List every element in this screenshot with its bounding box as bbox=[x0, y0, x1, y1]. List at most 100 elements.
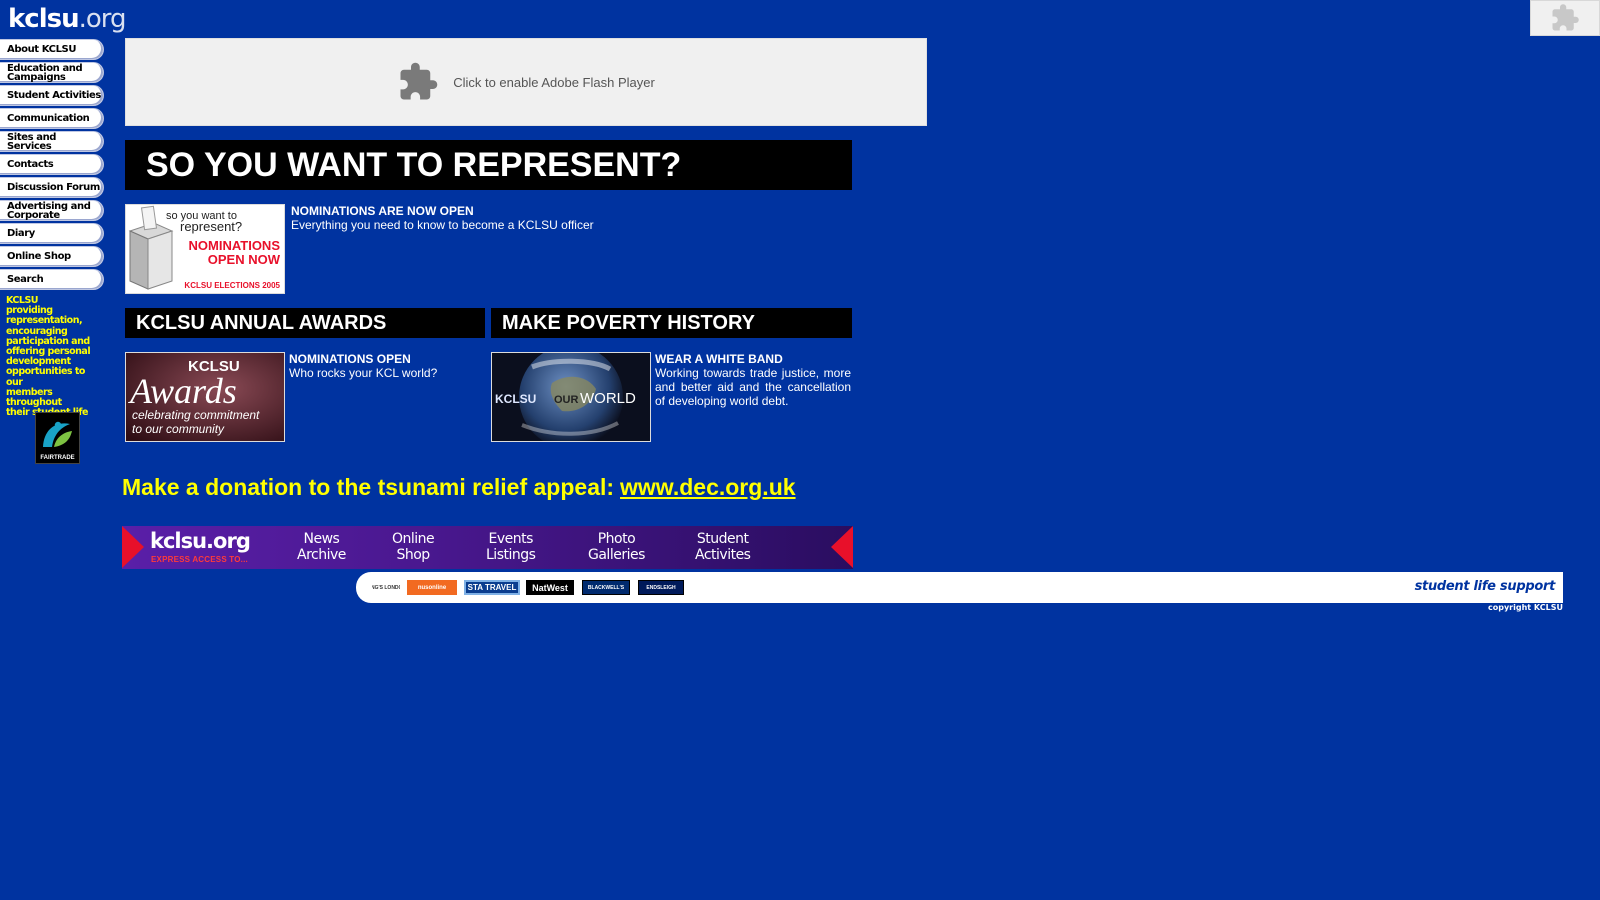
site-logo[interactable]: kclsu.org bbox=[8, 4, 127, 34]
tagline-line: members throughout bbox=[6, 386, 62, 409]
fairtrade-logo[interactable]: FAIRTRADE bbox=[35, 412, 80, 464]
represent-heading-text: SO YOU WANT TO REPRESENT? bbox=[146, 145, 682, 184]
nav-item-label: Corporate bbox=[7, 209, 60, 221]
express-link-label: Online bbox=[392, 531, 435, 547]
express-link[interactable]: News Archive bbox=[297, 531, 346, 563]
nav-item[interactable]: Search bbox=[0, 269, 104, 290]
express-logo[interactable]: kclsu.org bbox=[150, 529, 251, 553]
represent-title[interactable]: NOMINATIONS ARE NOW OPEN bbox=[291, 204, 751, 218]
tsunami-text: Make a donation to the tsunami relief ap… bbox=[122, 474, 615, 500]
arrow-left-icon bbox=[122, 526, 144, 568]
copyright: copyright KCLSU bbox=[1488, 603, 1563, 612]
awards-heading: KCLSU ANNUAL AWARDS bbox=[125, 308, 485, 338]
sponsor-logo[interactable]: NatWest bbox=[526, 580, 574, 595]
awards-thumbnail[interactable]: KCLSU Awards celebrating commitment to o… bbox=[125, 352, 285, 442]
nav-item-label: Search bbox=[7, 274, 44, 285]
express-link[interactable]: Online Shop bbox=[392, 531, 435, 563]
globe-image: KCLSU OUR WORLD bbox=[492, 353, 650, 441]
flash-banner-placeholder[interactable]: Click to enable Adobe Flash Player bbox=[125, 38, 927, 126]
puzzle-piece-icon bbox=[400, 62, 438, 100]
nav-item[interactable]: Diary bbox=[0, 223, 104, 244]
fairtrade-text: FAIRTRADE bbox=[40, 455, 74, 461]
arrow-right-icon bbox=[831, 526, 853, 568]
awards-title[interactable]: NOMINATIONS OPEN bbox=[289, 352, 479, 366]
awards-thumb-line1: celebrating commitment bbox=[132, 408, 260, 422]
express-link[interactable]: Student Activites bbox=[695, 531, 751, 563]
represent-summary: NOMINATIONS ARE NOW OPEN Everything you … bbox=[291, 204, 751, 232]
nav-item[interactable]: Sites and Services bbox=[0, 131, 104, 152]
student-life-support-slogan: student life support bbox=[1414, 579, 1556, 594]
puzzle-piece-icon bbox=[1552, 4, 1579, 31]
nav-item-label: About KCLSU bbox=[7, 44, 77, 55]
poverty-thumb-our: OUR bbox=[554, 394, 579, 406]
dec-link[interactable]: www.dec.org.uk bbox=[620, 474, 796, 500]
represent-thumbnail[interactable]: so you want to represent? NOMINATIONS OP… bbox=[125, 204, 285, 294]
express-link-label: Archive bbox=[297, 547, 346, 563]
express-link[interactable]: Events Listings bbox=[486, 531, 536, 563]
express-link-label: News bbox=[303, 531, 340, 547]
nav-item-label: Online Shop bbox=[7, 251, 71, 262]
awards-thumb-word: Awards bbox=[128, 371, 237, 411]
poverty-summary: WEAR A WHITE BAND Working towards trade … bbox=[655, 352, 851, 408]
poverty-desc: Working towards trade justice, more and … bbox=[655, 366, 851, 408]
poverty-thumbnail[interactable]: KCLSU OUR WORLD bbox=[491, 352, 651, 442]
express-link-label: Photo bbox=[597, 531, 636, 547]
express-link[interactable]: Photo Galleries bbox=[588, 531, 645, 563]
nav-item-label: Communication bbox=[7, 113, 90, 124]
flash-message: Click to enable Adobe Flash Player bbox=[453, 74, 655, 90]
sponsor-logo[interactable]: nusonline bbox=[407, 580, 457, 595]
awards-image: KCLSU Awards celebrating commitment to o… bbox=[126, 353, 284, 441]
ballot-box-image: so you want to represent? NOMINATIONS OP… bbox=[126, 205, 284, 293]
thumb-line2: represent? bbox=[180, 219, 242, 234]
express-access-bar: kclsu.org EXPRESS ACCESS TO... News Archi… bbox=[122, 526, 853, 569]
nav-item-label: Diary bbox=[7, 228, 35, 239]
nav-item-label: Sites and Services bbox=[7, 131, 57, 152]
nav-item-label: Contacts bbox=[7, 159, 54, 170]
poverty-thumb-world: WORLD bbox=[580, 390, 636, 407]
awards-heading-text: KCLSU ANNUAL AWARDS bbox=[136, 311, 387, 334]
sponsor-logo[interactable]: ENDSLEIGH bbox=[638, 580, 684, 595]
express-link-label: Shop bbox=[396, 547, 430, 563]
represent-desc: Everything you need to know to become a … bbox=[291, 218, 594, 232]
nav-item[interactable]: Discussion Forum bbox=[0, 177, 104, 198]
tagline: KCLSU providing representation, encouraging… bbox=[6, 295, 102, 418]
tagline-line: opportunities to our bbox=[6, 366, 85, 388]
poverty-title[interactable]: WEAR A WHITE BAND bbox=[655, 352, 851, 366]
thumb-line4: OPEN NOW bbox=[208, 252, 281, 267]
logo-light: .org bbox=[78, 4, 127, 34]
awards-summary: NOMINATIONS OPEN Who rocks your KCL worl… bbox=[289, 352, 479, 380]
express-link-label: Listings bbox=[486, 547, 536, 563]
nav-item[interactable]: Contacts bbox=[0, 154, 104, 175]
express-link-label: Student bbox=[696, 531, 749, 547]
nav-item[interactable]: About KCLSU bbox=[0, 39, 104, 60]
nav-item[interactable]: Communication bbox=[0, 108, 104, 129]
poverty-heading-text: MAKE POVERTY HISTORY bbox=[502, 311, 756, 334]
nav-item-label: Campaigns bbox=[7, 71, 66, 83]
nav-item-label: Discussion Forum bbox=[7, 182, 100, 193]
awards-desc: Who rocks your KCL world? bbox=[289, 366, 438, 380]
tsunami-appeal: Make a donation to the tsunami relief ap… bbox=[122, 474, 796, 501]
fairtrade-mark-icon: FAIRTRADE bbox=[36, 413, 79, 463]
poverty-thumb-brand: KCLSU bbox=[495, 392, 536, 406]
poverty-heading: MAKE POVERTY HISTORY bbox=[491, 308, 852, 338]
flash-plugin-placeholder[interactable] bbox=[1530, 0, 1600, 36]
thumb-line3: NOMINATIONS bbox=[189, 238, 281, 253]
nav-item[interactable]: Advertising and Corporate bbox=[0, 200, 104, 221]
sponsor-logo[interactable]: BLACKWELL'S bbox=[582, 580, 630, 595]
awards-thumb-line2: to our community bbox=[132, 422, 225, 436]
express-link-label: Activites bbox=[695, 547, 751, 563]
nav-item[interactable]: Student Activities bbox=[0, 85, 104, 106]
sponsors-strip: KING'S LONDON nusonline STA TRAVEL NatWest B… bbox=[356, 572, 1563, 603]
nav-item[interactable]: Education and Campaigns bbox=[0, 62, 104, 83]
sponsor-logo[interactable]: KING'S LONDON bbox=[372, 580, 400, 595]
nav-item-label: Student Activities bbox=[7, 90, 101, 101]
nav-item[interactable]: Online Shop bbox=[0, 246, 104, 267]
thumb-line5: KCLSU ELECTIONS 2005 bbox=[184, 281, 280, 290]
express-link-label: Galleries bbox=[588, 547, 645, 563]
express-link-label: Events bbox=[488, 531, 534, 547]
represent-heading: SO YOU WANT TO REPRESENT? bbox=[125, 140, 852, 190]
main-nav: About KCLSU Education and Campaigns Student… bbox=[0, 39, 104, 292]
express-subtitle: EXPRESS ACCESS TO... bbox=[151, 555, 248, 564]
sponsor-logo[interactable]: STA TRAVEL bbox=[464, 580, 520, 595]
logo-bold: kclsu bbox=[8, 4, 80, 34]
